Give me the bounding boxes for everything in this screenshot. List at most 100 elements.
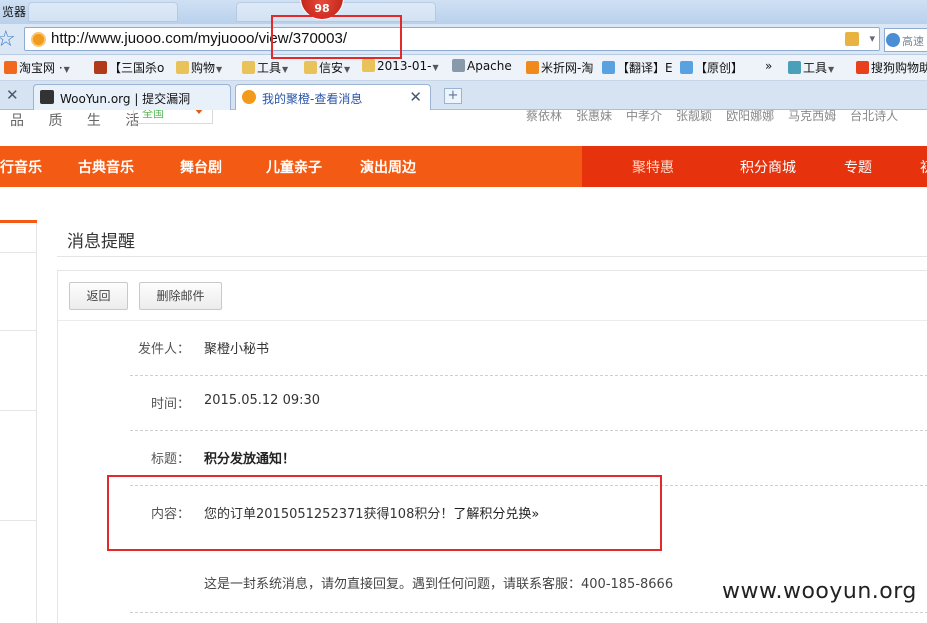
favorite-label: 【翻译】E [617, 61, 673, 75]
bookmark-icon [362, 59, 375, 72]
sidebar-divider [0, 252, 37, 253]
top-strip: 品 质 生 活 全国 蔡依林 张惠妹 中孝介 张靓颖 欧阳娜娜 马克西姆 台北诗人 [0, 110, 927, 146]
bookmark-icon [602, 61, 615, 74]
browser-titlebar: 览器 98 [0, 0, 927, 24]
favorite-item[interactable]: 工具▼ [788, 59, 834, 76]
favorite-item[interactable]: 米折网-淘 [526, 59, 593, 76]
artist-link[interactable]: 台北诗人 [850, 110, 898, 123]
favorite-label: 搜狗购物助 [871, 61, 927, 75]
bookmark-icon [526, 61, 539, 74]
chevron-down-icon: ▼ [63, 65, 70, 74]
titlebar-tab-ghost [28, 2, 178, 22]
subject-label: 标题： [150, 452, 190, 467]
nav-points-mall[interactable]: 积分商城 [740, 157, 796, 177]
globe-icon [886, 33, 900, 47]
subject-value: 积分发放通知！ [204, 452, 296, 467]
time-row: 时间： 2015.05.12 09:30 [130, 376, 927, 431]
url-highlight-box [271, 15, 402, 59]
favorite-label: 2013-01- [377, 59, 432, 73]
speed-label: 高速 [902, 35, 924, 48]
region-select[interactable]: 全国 [133, 110, 213, 124]
nav-classical-music[interactable]: 古典音乐 [78, 157, 134, 177]
favorite-item[interactable]: 信安▼ [304, 59, 350, 76]
address-bar: ☆ http://www.juooo.com/myjuooo/view/3700… [0, 24, 927, 55]
favorites-bar: 淘宝网 ·▼ 【三国杀o 购物▼ 工具▼ 信安▼ 2013-01-▼ Apache 米折网-淘… [0, 55, 927, 81]
speed-mode[interactable]: 高速 [884, 28, 927, 52]
url-input[interactable]: http://www.juooo.com/myjuooo/view/370003… [24, 27, 880, 51]
artist-link[interactable]: 张惠妹 [576, 110, 612, 123]
favorite-label: » [765, 59, 773, 73]
time-label: 时间： [150, 397, 190, 412]
nav-special-deals[interactable]: 聚特惠 [632, 157, 674, 177]
nav-kids-family[interactable]: 儿童亲子 [266, 157, 322, 177]
sidebar-accent [0, 220, 37, 223]
favorite-item[interactable]: Apache [452, 59, 512, 73]
tab-juooo-message[interactable]: 我的聚橙-查看消息 ✕ [235, 84, 431, 110]
artist-link[interactable]: 张靓颖 [676, 110, 712, 123]
close-icon[interactable]: ✕ [409, 88, 422, 106]
sender-row: 发件人： 聚橙小秘书 [130, 321, 927, 376]
favorite-label: 工具 [257, 61, 282, 75]
sender-value: 聚橙小秘书 [204, 342, 270, 357]
star-icon[interactable]: ☆ [0, 27, 16, 52]
nav-topics[interactable]: 专题 [844, 157, 872, 177]
close-icon[interactable]: ✕ [6, 86, 19, 104]
nav-stage-play[interactable]: 舞台剧 [180, 157, 222, 177]
bookmark-icon [242, 61, 255, 74]
favorite-item[interactable]: 【翻译】E [602, 59, 673, 76]
rss-icon[interactable] [845, 32, 859, 46]
favorite-item[interactable]: 【原创】 [680, 59, 743, 76]
chevron-down-icon: ▼ [828, 65, 835, 74]
chevron-down-icon[interactable]: ▾ [869, 32, 875, 45]
nav-more[interactable]: 初 [920, 157, 927, 177]
artist-link[interactable]: 蔡依林 [526, 110, 562, 123]
site-favicon-icon [31, 32, 46, 47]
delete-mail-button[interactable]: 删除邮件 [139, 282, 222, 310]
tab-bar: ✕ WooYun.org | 提交漏洞 我的聚橙-查看消息 ✕ + [0, 81, 927, 110]
favorite-item[interactable]: 购物▼ [176, 59, 222, 76]
artist-link[interactable]: 马克西姆 [788, 110, 836, 123]
bookmark-icon [94, 61, 107, 74]
nav-merch[interactable]: 演出周边 [360, 157, 416, 177]
new-tab-button[interactable]: + [444, 88, 462, 104]
wooyun-favicon-icon [40, 90, 54, 104]
tab-wooyun[interactable]: WooYun.org | 提交漏洞 [33, 84, 231, 110]
caret-down-icon [194, 110, 204, 114]
favorite-item[interactable]: 工具▼ [242, 59, 288, 76]
artist-link[interactable]: 中孝介 [626, 110, 662, 123]
back-button[interactable]: 返回 [69, 282, 128, 310]
sidebar-divider [0, 410, 37, 411]
bookmark-icon [4, 61, 17, 74]
nav-pop-music[interactable]: 行音乐 [0, 157, 42, 177]
title-divider [57, 256, 927, 257]
sender-label: 发件人： [137, 342, 190, 357]
watermark: www.wooyun.org [722, 579, 917, 604]
favorite-item[interactable]: 2013-01-▼ [362, 59, 439, 73]
chevron-down-icon: ▼ [432, 63, 439, 72]
favorite-label: 米折网-淘 [541, 61, 594, 75]
chevron-down-icon: ▼ [282, 65, 289, 74]
bookmark-icon [304, 61, 317, 74]
chevron-down-icon: ▼ [216, 65, 223, 74]
favorite-item[interactable]: 淘宝网 ·▼ [4, 59, 70, 76]
favorite-item[interactable]: 搜狗购物助 [856, 59, 927, 76]
chevron-down-icon: ▼ [344, 65, 351, 74]
bookmark-icon [176, 61, 189, 74]
bookmark-icon [452, 59, 465, 72]
content-highlight-box [107, 475, 662, 551]
artist-link[interactable]: 欧阳娜娜 [726, 110, 774, 123]
favorite-item[interactable]: » [765, 59, 772, 73]
browser-title: 览器 [2, 5, 27, 19]
favorite-label: 【原创】 [695, 61, 744, 75]
system-note: 这是一封系统消息，请勿直接回复。遇到任何问题，请联系客服：400-185-866… [204, 577, 674, 592]
sidebar-divider [0, 520, 37, 521]
site-slogan: 品 质 生 活 [10, 113, 150, 129]
page-title: 消息提醒 [67, 232, 135, 252]
favorite-item[interactable]: 【三国杀o [94, 59, 164, 76]
sidebar-divider [0, 330, 37, 331]
bookmark-icon [680, 61, 693, 74]
message-card: 返回 删除邮件 发件人： 聚橙小秘书 时间： 2015.05.12 09:30 … [57, 270, 927, 623]
main-nav: 行音乐 古典音乐 舞台剧 儿童亲子 演出周边 聚特惠 积分商城 专题 初 [0, 146, 927, 187]
favorite-label: 信安 [319, 61, 344, 75]
favorite-label: 购物 [191, 61, 216, 75]
